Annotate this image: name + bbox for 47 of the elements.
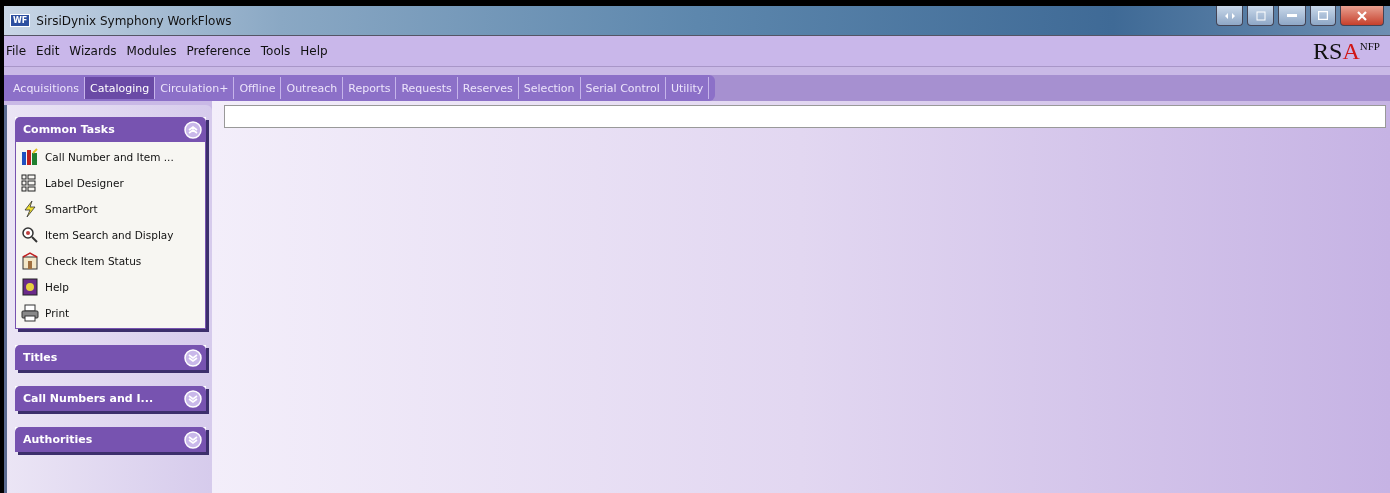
task-link[interactable]: SmartPort bbox=[45, 203, 98, 215]
app-icon: WF bbox=[10, 14, 31, 27]
maximize-icon bbox=[1318, 11, 1328, 20]
square-icon bbox=[1255, 10, 1266, 21]
exit-button[interactable] bbox=[1247, 6, 1274, 26]
magnifier-icon bbox=[21, 226, 39, 244]
menu-item[interactable]: Wizards bbox=[69, 44, 117, 58]
help-icon bbox=[21, 278, 39, 296]
task-link[interactable]: Check Item Status bbox=[45, 255, 142, 267]
task-link[interactable]: Label Designer bbox=[45, 177, 124, 189]
expand-icon[interactable] bbox=[184, 348, 202, 367]
maximize-button[interactable] bbox=[1310, 6, 1336, 26]
menu-item[interactable]: Tools bbox=[260, 44, 291, 58]
expand-icon[interactable] bbox=[184, 389, 202, 408]
collapse-icon[interactable] bbox=[184, 120, 202, 139]
menu-item[interactable]: Preference bbox=[186, 44, 251, 58]
minimize-icon bbox=[1287, 13, 1297, 18]
books-icon bbox=[21, 148, 39, 166]
module-tab[interactable]: Offline bbox=[234, 77, 282, 99]
group-header[interactable]: Authorities bbox=[15, 427, 206, 452]
minimize-button[interactable] bbox=[1278, 6, 1306, 26]
menu-item[interactable]: Modules bbox=[126, 44, 177, 58]
task-link[interactable]: Help bbox=[45, 281, 69, 293]
window-title: SirsiDynix Symphony WorkFlows bbox=[36, 13, 232, 28]
menu-item[interactable]: File bbox=[6, 44, 27, 58]
module-tab[interactable]: Reports bbox=[343, 77, 397, 99]
module-tab[interactable]: Requests bbox=[396, 77, 458, 99]
menu-item[interactable]: Edit bbox=[36, 44, 60, 58]
group-header[interactable]: Common Tasks bbox=[15, 117, 206, 142]
module-tab[interactable]: Serial Control bbox=[580, 77, 666, 99]
group-header[interactable]: Call Numbers and I... bbox=[15, 386, 206, 411]
task-link[interactable]: Call Number and Item ... bbox=[45, 151, 174, 163]
close-button[interactable] bbox=[1340, 6, 1384, 26]
group-header[interactable]: Titles bbox=[15, 345, 206, 370]
grid-icon bbox=[21, 174, 39, 192]
expand-icon[interactable] bbox=[184, 430, 202, 449]
task-link[interactable]: Item Search and Display bbox=[45, 229, 174, 241]
task-link[interactable]: Print bbox=[45, 307, 70, 319]
module-tab[interactable]: Selection bbox=[518, 77, 581, 99]
logo: RSA$^{NFP}$ bbox=[1313, 37, 1380, 65]
printer-icon bbox=[21, 304, 39, 322]
resize-button[interactable] bbox=[1216, 6, 1243, 26]
menu-item[interactable]: Help bbox=[300, 44, 328, 58]
arrows-icon bbox=[1223, 11, 1236, 20]
close-icon bbox=[1357, 10, 1367, 21]
lightning-icon bbox=[21, 200, 39, 218]
module-tab[interactable]: Cataloging bbox=[85, 77, 156, 99]
